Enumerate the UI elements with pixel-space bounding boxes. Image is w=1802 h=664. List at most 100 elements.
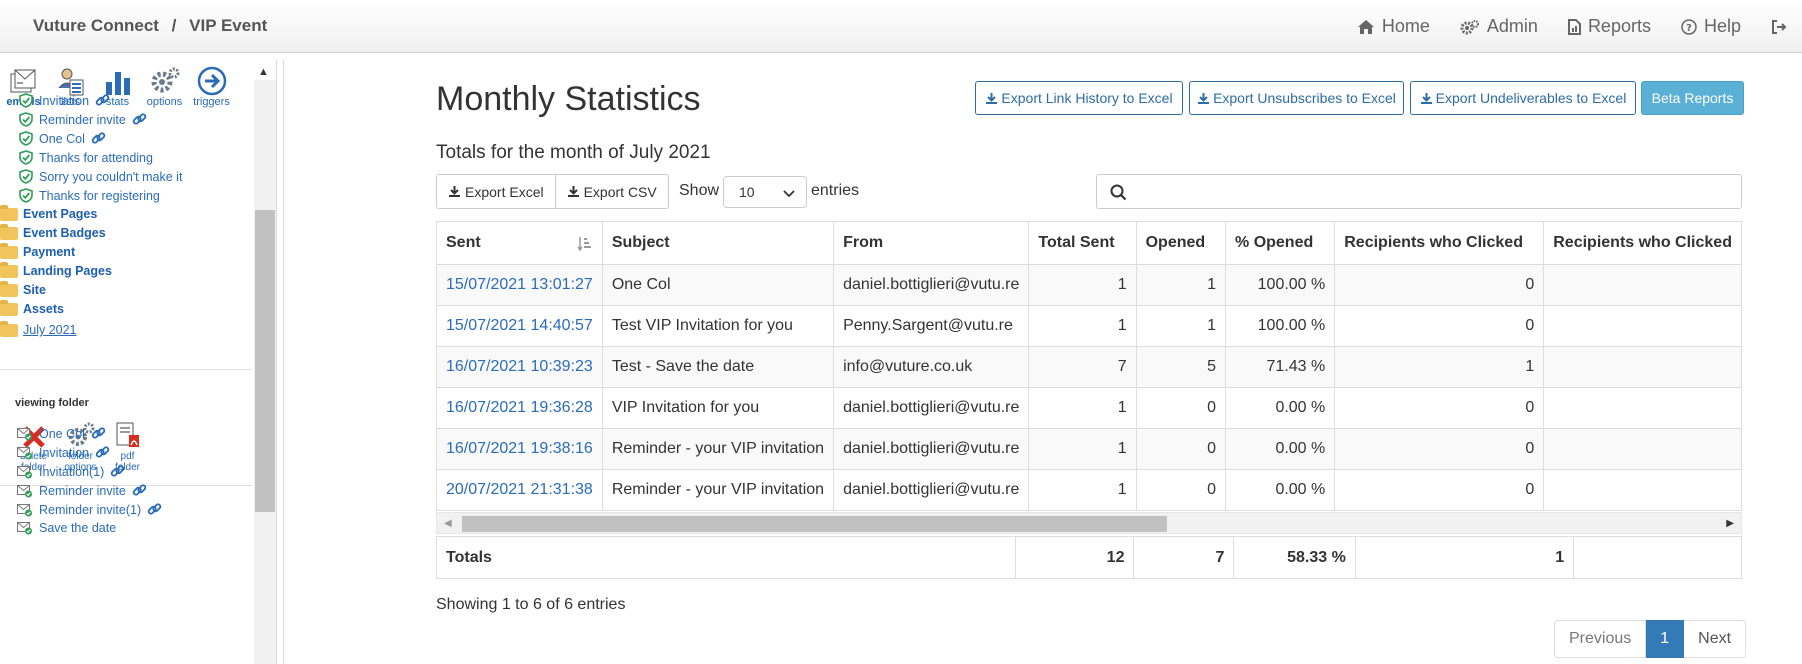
sent-date-link[interactable]: 15/07/2021 13:01:27: [446, 276, 593, 293]
link-icon[interactable]: [91, 426, 106, 441]
sidebar-scrollbar-thumb[interactable]: [255, 210, 275, 512]
sidebar-email-item[interactable]: Thanks for attending: [19, 150, 153, 165]
sidebar-email-item[interactable]: Sorry you couldn't make it: [19, 169, 182, 184]
folder-email-item-label[interactable]: Save the date: [39, 521, 116, 535]
sidebar-folder[interactable]: Event Badges: [0, 223, 106, 240]
cell-recipients-clicked: 0: [1334, 264, 1545, 306]
sidebar-email-item-label[interactable]: Invitation: [39, 94, 89, 108]
export-unsubscribes-button[interactable]: Export Unsubscribes to Excel: [1189, 81, 1404, 115]
nav-admin[interactable]: Admin: [1460, 16, 1538, 37]
cell-from: Penny.Sargent@vutu.re: [833, 305, 1030, 347]
sidebar-current-folder[interactable]: July 2021: [0, 320, 77, 337]
col-from[interactable]: From: [833, 221, 1030, 265]
sidebar-folder[interactable]: Landing Pages: [0, 261, 112, 278]
sidebar-folder[interactable]: Site: [0, 280, 46, 297]
cell-from: daniel.bottiglieri@vutu.re: [833, 387, 1030, 429]
folder-email-item[interactable]: Reminder invite(1): [17, 502, 162, 517]
folder-email-item-label[interactable]: Reminder invite(1): [39, 503, 141, 517]
sidebar-email-item[interactable]: Thanks for registering: [19, 188, 160, 203]
link-icon[interactable]: [147, 502, 162, 517]
link-icon[interactable]: [95, 445, 110, 460]
sent-date-link[interactable]: 20/07/2021 21:31:38: [446, 481, 593, 498]
pdf-icon: [116, 422, 139, 447]
col-recipients-clicked-2[interactable]: Recipients who Clicked: [1543, 221, 1742, 265]
folder-email-item[interactable]: Invitation(1): [17, 464, 125, 479]
sent-date-link[interactable]: 16/07/2021 19:36:28: [446, 399, 593, 416]
logout-button[interactable]: [1771, 19, 1794, 35]
tool-options[interactable]: options: [141, 60, 188, 112]
col-opened[interactable]: Opened: [1135, 221, 1227, 265]
totals-opened: 7: [1133, 536, 1235, 579]
nav-home[interactable]: Home: [1357, 16, 1430, 37]
sidebar-folder-label[interactable]: Payment: [23, 245, 75, 259]
sidebar-scroll-up[interactable]: ▲: [258, 66, 269, 78]
link-icon[interactable]: [91, 131, 106, 146]
col-subject[interactable]: Subject: [601, 221, 835, 265]
beta-reports-button[interactable]: Beta Reports: [1641, 81, 1744, 115]
sidebar-folder-label[interactable]: Assets: [23, 302, 64, 316]
page-length-select[interactable]: 10: [723, 176, 807, 208]
sidebar-folder[interactable]: Event Pages: [0, 204, 97, 221]
cell-opened: 1: [1135, 305, 1227, 347]
search-input[interactable]: [1096, 174, 1742, 209]
link-icon[interactable]: [110, 464, 125, 479]
export-link-history-button[interactable]: Export Link History to Excel: [975, 81, 1183, 115]
folder-email-item[interactable]: Invitation: [17, 445, 110, 460]
col-percent-opened[interactable]: % Opened: [1225, 221, 1336, 265]
folder-email-item-label[interactable]: Invitation(1): [39, 465, 104, 479]
approved-shield-icon: [19, 169, 33, 184]
sidebar-folder-label[interactable]: Event Badges: [23, 226, 106, 240]
sidebar-folder[interactable]: Assets: [0, 299, 64, 316]
export-undeliverables-button[interactable]: Export Undeliverables to Excel: [1410, 81, 1636, 115]
link-icon[interactable]: [95, 93, 110, 108]
sidebar-email-item-label[interactable]: Reminder invite: [39, 113, 126, 127]
sidebar-email-item-label[interactable]: One Col: [39, 132, 85, 146]
folder-email-item[interactable]: One Col: [17, 426, 106, 441]
col-sent[interactable]: Sent: [436, 221, 603, 265]
page-title: Monthly Statistics: [436, 80, 701, 118]
sidebar-folder[interactable]: Payment: [0, 242, 75, 259]
sidebar-current-folder-label[interactable]: July 2021: [23, 323, 77, 337]
folder-email-item[interactable]: Reminder invite: [17, 483, 147, 498]
sidebar-email-item[interactable]: Reminder invite: [19, 112, 147, 127]
help-icon: ?: [1681, 18, 1697, 35]
folder-email-item[interactable]: Save the date: [17, 521, 116, 535]
sidebar-folder-label[interactable]: Site: [23, 283, 46, 297]
folder-email-item-label[interactable]: One Col: [39, 427, 85, 441]
col-recipients-clicked[interactable]: Recipients who Clicked: [1334, 221, 1545, 265]
link-icon[interactable]: [132, 483, 147, 498]
sidebar-folder-label[interactable]: Landing Pages: [23, 264, 112, 278]
cell-percent-opened: 0.00 %: [1225, 428, 1336, 470]
export-csv-button[interactable]: Export CSV: [555, 174, 669, 209]
export-excel-button[interactable]: Export Excel: [436, 174, 556, 209]
sidebar-email-item-label[interactable]: Thanks for attending: [39, 151, 153, 165]
table-horizontal-scrollbar[interactable]: ◀ ▶: [436, 512, 1742, 534]
scroll-right-arrow[interactable]: ▶: [1726, 518, 1734, 529]
sent-date-link[interactable]: 16/07/2021 10:39:23: [446, 358, 593, 375]
sidebar-email-item-label[interactable]: Thanks for registering: [39, 189, 160, 203]
sidebar-email-item-label[interactable]: Sorry you couldn't make it: [39, 170, 182, 184]
previous-page-button[interactable]: Previous: [1554, 620, 1647, 658]
link-icon[interactable]: [132, 112, 147, 127]
cell-percent-opened: 0.00 %: [1225, 469, 1336, 511]
app-name[interactable]: Vuture Connect: [33, 16, 159, 35]
breadcrumb-section[interactable]: VIP Event: [189, 16, 267, 35]
sent-date-link[interactable]: 16/07/2021 19:38:16: [446, 440, 593, 457]
sent-date-link[interactable]: 15/07/2021 14:40:57: [446, 317, 593, 334]
folder-email-item-label[interactable]: Invitation: [39, 446, 89, 460]
nav-help[interactable]: ? Help: [1681, 16, 1741, 37]
next-page-button[interactable]: Next: [1684, 620, 1747, 658]
tool-triggers[interactable]: triggers: [188, 60, 235, 112]
table-scrollbar-thumb[interactable]: [462, 516, 1167, 532]
scroll-left-arrow[interactable]: ◀: [444, 518, 452, 529]
sidebar-folder-label[interactable]: Event Pages: [23, 207, 97, 221]
col-total-sent[interactable]: Total Sent: [1028, 221, 1137, 265]
totals-row: Totals 12 7 58.33 % 1: [436, 536, 1742, 579]
nav-reports[interactable]: Reports: [1567, 16, 1651, 37]
folder-email-item-label[interactable]: Reminder invite: [39, 484, 126, 498]
sidebar-email-item[interactable]: One Col: [19, 131, 106, 146]
sidebar-email-item[interactable]: Invitation: [19, 93, 110, 108]
gears-icon: [1460, 19, 1479, 34]
page-1-button[interactable]: 1: [1646, 620, 1685, 658]
breadcrumb: Vuture Connect / VIP Event: [33, 16, 267, 36]
